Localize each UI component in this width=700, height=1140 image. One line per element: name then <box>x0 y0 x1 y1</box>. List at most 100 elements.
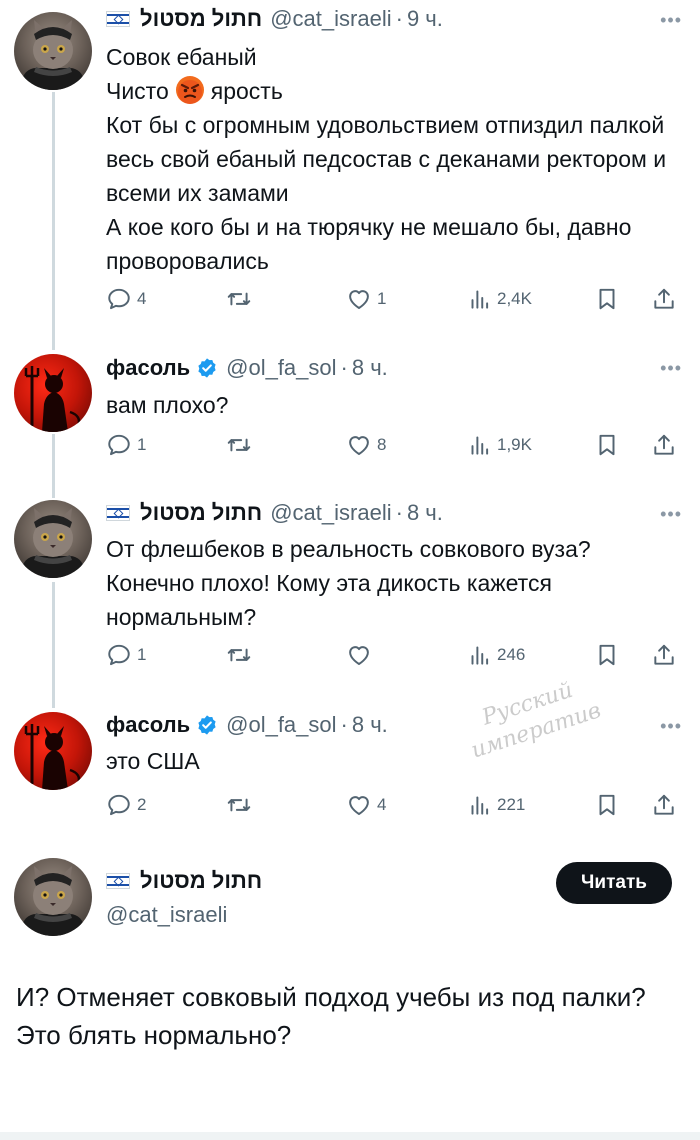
handle[interactable]: @cat_israeli <box>270 500 391 526</box>
like-button[interactable]: 1 <box>346 286 386 312</box>
share-icon <box>651 432 677 458</box>
handle-row: @cat_israeli <box>106 902 227 928</box>
divider <box>0 1132 700 1140</box>
view-count: 246 <box>497 645 526 664</box>
share-button[interactable] <box>651 642 677 668</box>
display-name[interactable]: фасоль <box>106 355 190 381</box>
display-name[interactable]: חתול מסטול <box>140 500 262 526</box>
avatar[interactable] <box>14 12 92 90</box>
avatar[interactable] <box>14 354 92 432</box>
like-button[interactable] <box>346 642 377 668</box>
bookmark-button[interactable] <box>594 432 620 458</box>
retweet-icon <box>226 432 252 458</box>
tweet-actions: 1 8 1,9K <box>106 432 681 462</box>
like-button[interactable]: 8 <box>346 432 386 458</box>
share-button[interactable] <box>651 432 677 458</box>
reply-button[interactable]: 4 <box>106 286 146 312</box>
handle[interactable]: @ol_fa_sol <box>226 712 336 738</box>
tweet-text: вам плохо? <box>106 388 676 422</box>
text-line: А кое кого бы и на тюрячку не мешало бы,… <box>106 214 632 274</box>
avatar[interactable] <box>14 712 92 790</box>
heart-icon <box>346 286 372 312</box>
retweet-icon <box>226 286 252 312</box>
timestamp[interactable]: 9 ч. <box>407 6 443 32</box>
tweet-header: חתול מסטול <box>106 868 262 894</box>
reply-icon <box>106 792 132 818</box>
reply-icon <box>106 642 132 668</box>
text-fragment: ярость <box>210 78 283 104</box>
timestamp[interactable]: 8 ч. <box>352 355 388 381</box>
separator-dot: · <box>340 712 348 737</box>
reply-button[interactable]: 1 <box>106 432 146 458</box>
views-icon <box>466 432 492 458</box>
retweet-icon <box>226 642 252 668</box>
view-count: 221 <box>497 795 526 814</box>
share-button[interactable] <box>651 286 677 312</box>
handle[interactable]: @cat_israeli <box>270 6 391 32</box>
like-count: 4 <box>377 795 387 814</box>
more-icon[interactable]: ••• <box>660 504 682 525</box>
tweet-header: фасоль @ol_fa_sol · 8 ч. <box>106 355 388 381</box>
like-count: 1 <box>377 289 387 308</box>
heart-icon <box>346 642 372 668</box>
bookmark-button[interactable] <box>594 792 620 818</box>
reply-count: 4 <box>137 289 147 308</box>
israel-flag-icon <box>106 11 130 27</box>
avatar[interactable] <box>14 500 92 578</box>
display-name[interactable]: חתול מסטול <box>140 868 262 894</box>
verified-badge-icon <box>196 357 218 379</box>
views-icon <box>466 286 492 312</box>
timestamp[interactable]: 8 ч. <box>407 500 443 526</box>
reply-button[interactable]: 1 <box>106 642 146 668</box>
view-count: 2,4K <box>497 289 532 308</box>
more-icon[interactable]: ••• <box>660 358 682 379</box>
text-line: Совок ебаный <box>106 44 257 70</box>
tweet-header: фасоль @ol_fa_sol · 8 ч. <box>106 712 388 738</box>
timestamp[interactable]: 8 ч. <box>352 712 388 738</box>
separator-dot: · <box>340 355 348 380</box>
retweet-button[interactable] <box>226 792 257 818</box>
share-button[interactable] <box>651 792 677 818</box>
heart-icon <box>346 792 372 818</box>
angry-face-icon <box>175 75 205 105</box>
israel-flag-icon <box>106 873 130 889</box>
display-name[interactable]: фасоль <box>106 712 190 738</box>
tweet-text: Совок ебаный Чисто ярость Кот бы с огромн… <box>106 40 676 278</box>
reply-button[interactable]: 2 <box>106 792 146 818</box>
bookmark-button[interactable] <box>594 286 620 312</box>
views-button[interactable]: 246 <box>466 642 525 668</box>
more-icon[interactable]: ••• <box>660 716 682 737</box>
text-line: Кот бы с огромным удовольствием отпиздил… <box>106 112 667 206</box>
separator-dot: · <box>395 500 403 525</box>
text-line: Это блять нормально? <box>16 1020 292 1050</box>
bookmark-icon <box>594 432 620 458</box>
like-button[interactable]: 4 <box>346 792 386 818</box>
text-line: это США <box>106 748 200 774</box>
retweet-button[interactable] <box>226 286 257 312</box>
main-tweet[interactable]: חתול מסטול @cat_israeli Читать И? Отменя… <box>0 850 700 1132</box>
views-button[interactable]: 221 <box>466 792 525 818</box>
views-button[interactable]: 1,9K <box>466 432 532 458</box>
retweet-button[interactable] <box>226 432 257 458</box>
display-name[interactable]: חתול מסטול <box>140 6 262 32</box>
more-icon[interactable]: ••• <box>660 10 682 31</box>
handle[interactable]: @cat_israeli <box>106 902 227 928</box>
tweet-actions: 4 1 2,4K <box>106 286 681 316</box>
tweet[interactable]: фасоль @ol_fa_sol · 8 ч. ••• вам плохо? … <box>0 340 700 478</box>
views-icon <box>466 792 492 818</box>
text-fragment: Чисто <box>106 78 169 104</box>
share-icon <box>651 286 677 312</box>
follow-button[interactable]: Читать <box>556 862 672 904</box>
israel-flag-icon <box>106 505 130 521</box>
separator-dot: · <box>395 6 403 31</box>
handle[interactable]: @ol_fa_sol <box>226 355 336 381</box>
views-button[interactable]: 2,4K <box>466 286 532 312</box>
views-icon <box>466 642 492 668</box>
reply-icon <box>106 286 132 312</box>
tweet[interactable]: חתול מסטול @cat_israeli · 9 ч. ••• Совок… <box>0 0 700 340</box>
heart-icon <box>346 432 372 458</box>
tweet-text: И? Отменяет совковый подход учебы из под… <box>16 978 686 1054</box>
retweet-button[interactable] <box>226 642 257 668</box>
avatar[interactable] <box>14 858 92 936</box>
bookmark-icon <box>594 792 620 818</box>
